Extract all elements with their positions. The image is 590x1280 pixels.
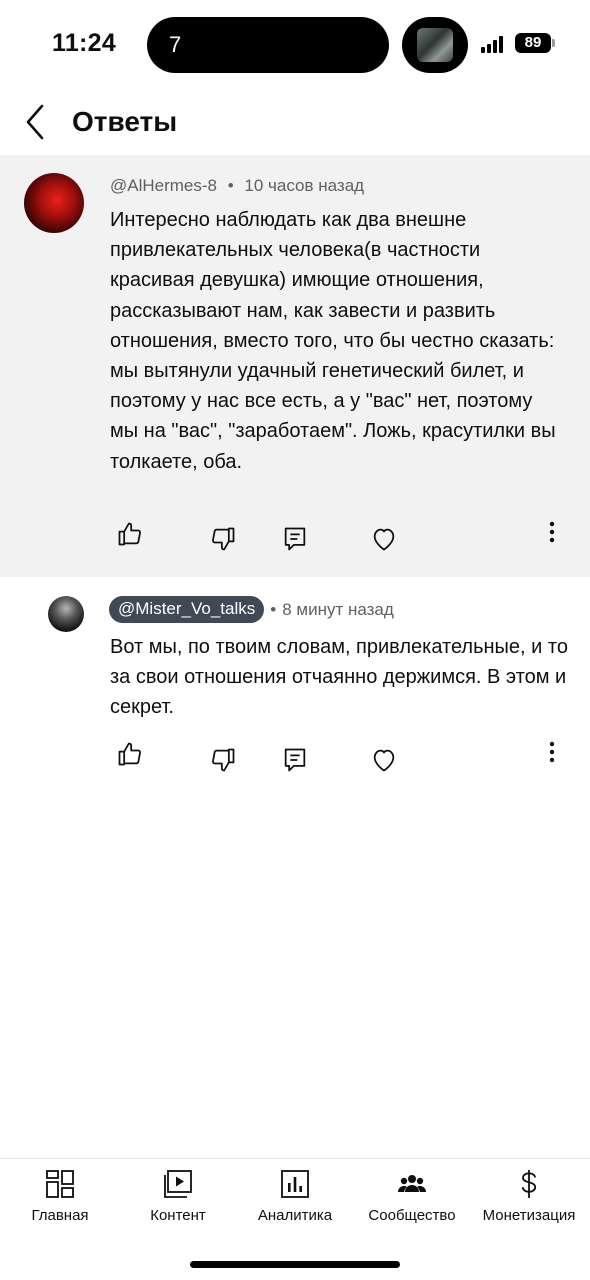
comment-text: Интересно наблюдать как два внешне привл…	[110, 209, 556, 473]
dislike-button[interactable]	[209, 525, 237, 553]
thumbs-up-icon	[118, 522, 141, 546]
status-time: 11:24	[52, 29, 117, 57]
meta-separator: •	[227, 176, 234, 195]
like-button[interactable]	[116, 740, 144, 768]
island-counter: 7	[169, 32, 182, 57]
dashboard-icon	[46, 1170, 74, 1198]
comment-actions	[0, 520, 590, 562]
thumbs-down-icon	[212, 527, 235, 551]
comment-author-chip[interactable]: @Mister_Vo_talks	[109, 596, 265, 623]
content-icon	[164, 1170, 192, 1198]
meta-separator: •	[270, 599, 277, 619]
battery-icon: 89	[515, 33, 551, 53]
nav-item-monetization[interactable]: Монетизация	[470, 1159, 588, 1239]
avatar[interactable]	[24, 173, 84, 233]
nav-label: Монетизация	[482, 1207, 576, 1224]
nav-item-dashboard[interactable]: Главная	[1, 1159, 119, 1239]
heart-icon	[373, 528, 395, 551]
heart-icon	[373, 749, 395, 772]
like-button[interactable]	[116, 520, 144, 548]
header: Ответы	[0, 92, 590, 154]
home-indicator[interactable]	[190, 1261, 400, 1268]
reply-button[interactable]	[281, 746, 309, 774]
comment-time: 10 часов назад	[244, 176, 365, 195]
reply-button[interactable]	[281, 525, 309, 553]
dynamic-island[interactable]: 7	[147, 17, 389, 73]
more-vertical-icon	[549, 741, 555, 763]
page-title: Ответы	[72, 106, 178, 137]
thumbs-down-icon	[212, 748, 235, 772]
comment-meta: @AlHermes-8 • 10 часов назад	[110, 176, 364, 196]
dollar-icon	[521, 1170, 537, 1198]
nav-label: Аналитика	[257, 1207, 333, 1224]
heart-button[interactable]	[370, 746, 398, 774]
back-button[interactable]	[18, 102, 54, 142]
now-playing-artwork[interactable]	[402, 17, 468, 73]
comment-text: Вот мы, по твоим словам, привлекательные…	[110, 636, 568, 719]
avatar[interactable]	[48, 596, 84, 632]
nav-item-analytics[interactable]: Аналитика	[236, 1159, 354, 1239]
comment-actions	[0, 738, 590, 778]
chevron-left-icon	[26, 104, 44, 140]
heart-button[interactable]	[370, 525, 398, 553]
nav-item-content[interactable]: Контент	[119, 1159, 237, 1239]
status-bar: 11:24 7 89	[0, 0, 590, 90]
album-art-icon	[417, 28, 453, 62]
nav-label: Главная	[31, 1207, 89, 1224]
reply-comment-icon	[284, 748, 306, 772]
battery-tip	[552, 39, 555, 47]
comment-author[interactable]: @AlHermes-8	[110, 176, 217, 195]
community-icon	[398, 1175, 426, 1192]
reply-comment-icon	[284, 527, 306, 551]
nav-label: Сообщество	[368, 1207, 456, 1224]
thumbs-up-icon	[118, 742, 141, 766]
more-options-button[interactable]	[538, 518, 566, 546]
analytics-icon	[281, 1170, 309, 1198]
more-options-button[interactable]	[538, 738, 566, 766]
reply-comment: @Mister_Vo_talks • 8 минут назад Вот мы,…	[0, 578, 590, 808]
nav-item-community[interactable]: Сообщество	[353, 1159, 471, 1239]
comment-meta: @Mister_Vo_talks • 8 минут назад	[109, 596, 394, 623]
dislike-button[interactable]	[209, 746, 237, 774]
nav-label: Контент	[150, 1207, 206, 1224]
parent-comment: @AlHermes-8 • 10 часов назад Интересно н…	[0, 155, 590, 577]
comment-time: 8 минут назад	[282, 599, 394, 619]
signal-icon	[481, 35, 507, 53]
more-vertical-icon	[549, 521, 555, 543]
